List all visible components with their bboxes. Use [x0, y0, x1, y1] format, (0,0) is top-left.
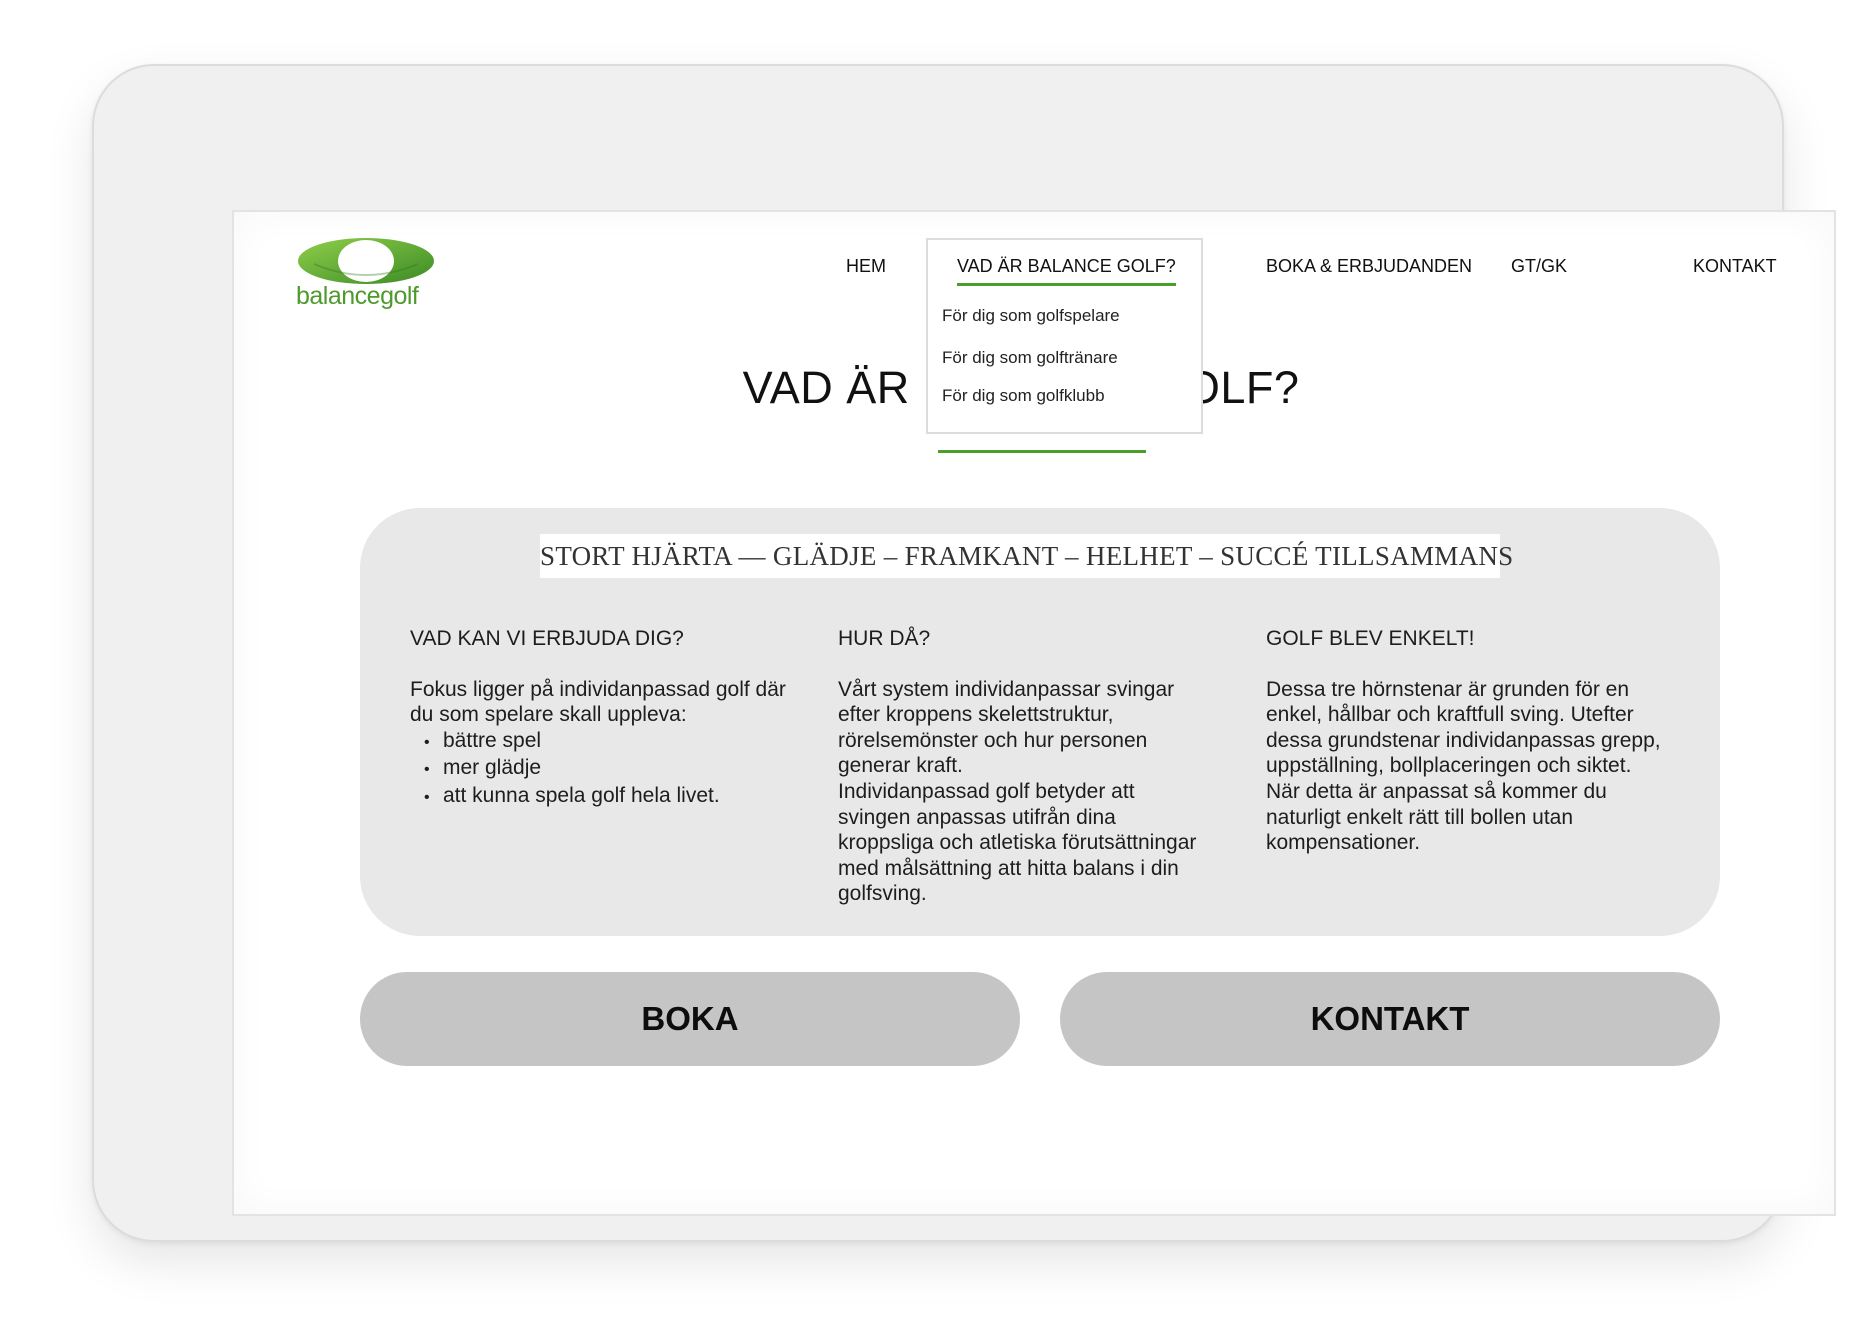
- logo-text: balancegolf: [296, 282, 419, 310]
- motto-banner: STORT HJÄRTA — GLÄDJE – FRAMKANT – HELHE…: [540, 534, 1513, 578]
- dropdown-item-golfspelare[interactable]: För dig som golfspelare: [942, 306, 1120, 326]
- dropdown-item-golfklubb[interactable]: För dig som golfklubb: [942, 386, 1105, 406]
- balancegolf-logo[interactable]: balancegolf: [296, 236, 436, 316]
- column-offer-heading: VAD KAN VI ERBJUDA DIG?: [410, 627, 684, 650]
- column-offer-text: Fokus ligger på individanpassad golf där…: [410, 677, 786, 727]
- column-easy: GOLF BLEV ENKELT! Dessa tre hörnstenar ä…: [1266, 626, 1670, 856]
- list-item: bättre spel: [424, 728, 810, 756]
- logo-ball-icon: [298, 238, 434, 284]
- column-how-text-2: Individanpassad golf betyder att svingen…: [838, 779, 1197, 906]
- nav-boka-erbjudanden[interactable]: BOKA & ERBJUDANDEN: [1266, 256, 1472, 277]
- column-easy-text: Dessa tre hörnstenar är grunden för en e…: [1266, 677, 1661, 855]
- offer-bullet-list: bättre spel mer glädje att kunna spela g…: [410, 728, 810, 811]
- column-offer: VAD KAN VI ERBJUDA DIG? Fokus ligger på …: [410, 626, 810, 811]
- column-easy-heading: GOLF BLEV ENKELT!: [1266, 627, 1475, 650]
- nav-kontakt[interactable]: KONTAKT: [1693, 256, 1777, 277]
- browser-viewport: balancegolf HEM VAD ÄR BALANCE GOLF? BOK…: [232, 210, 1836, 1216]
- nav-hem[interactable]: HEM: [846, 256, 886, 277]
- list-item: att kunna spela golf hela livet.: [424, 783, 810, 811]
- column-how-heading: HUR DÅ?: [838, 627, 931, 650]
- title-underline: [938, 450, 1146, 453]
- kontakt-button[interactable]: KONTAKT: [1060, 972, 1720, 1066]
- tablet-frame: balancegolf HEM VAD ÄR BALANCE GOLF? BOK…: [92, 64, 1836, 1242]
- column-how-text: Vårt system individanpassar svingar efte…: [838, 677, 1175, 778]
- nav-vad-ar-balance-golf[interactable]: VAD ÄR BALANCE GOLF?: [957, 256, 1176, 286]
- list-item: mer glädje: [424, 755, 810, 783]
- nav-gt-gk[interactable]: GT/GK: [1511, 256, 1567, 277]
- boka-button[interactable]: BOKA: [360, 972, 1020, 1066]
- info-card: STORT HJÄRTA — GLÄDJE – FRAMKANT – HELHE…: [360, 508, 1720, 936]
- column-how: HUR DÅ? Vårt system individanpassar svin…: [838, 626, 1208, 907]
- dropdown-item-golftranare[interactable]: För dig som golftränare: [942, 348, 1118, 368]
